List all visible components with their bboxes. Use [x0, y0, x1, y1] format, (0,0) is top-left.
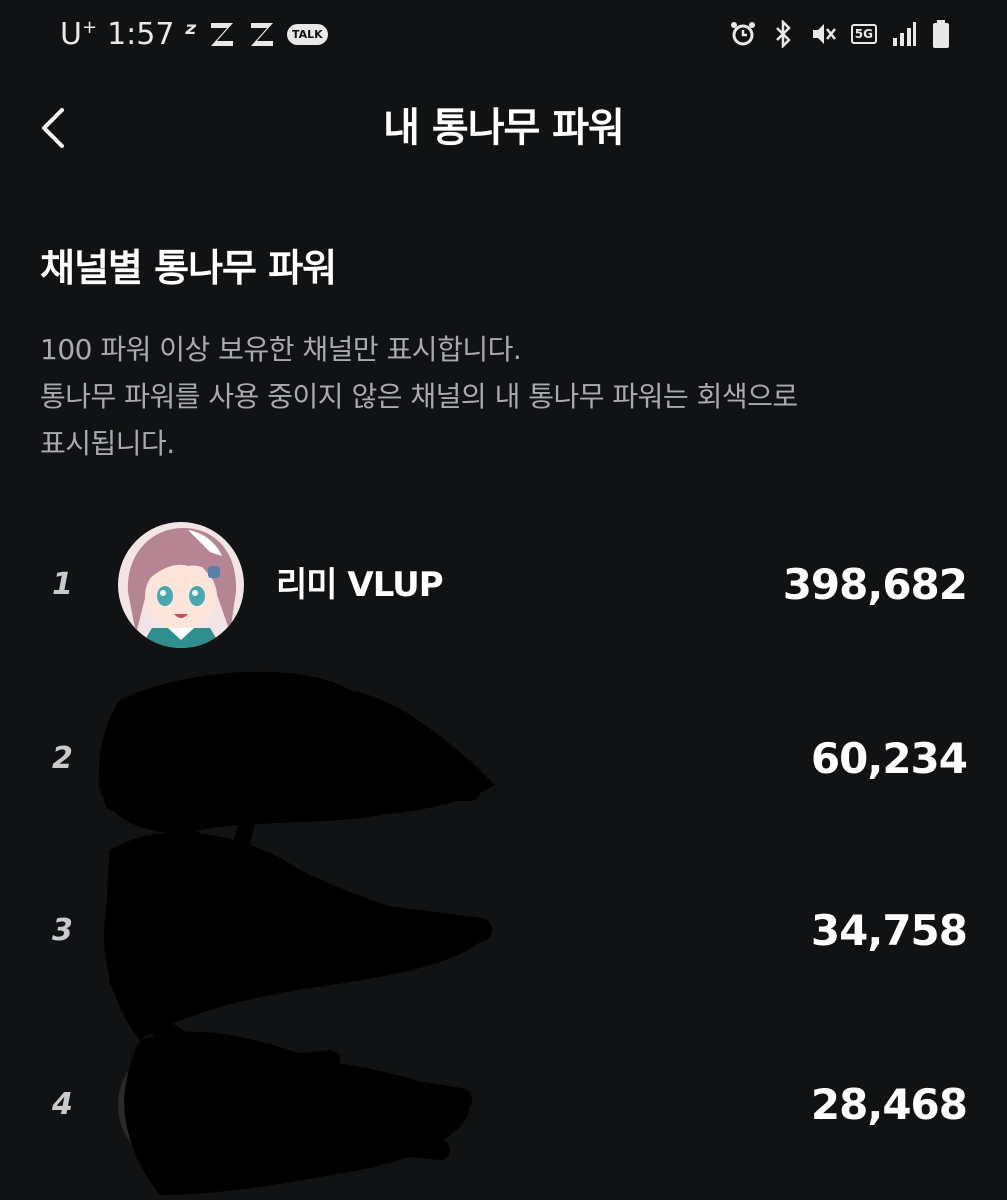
description-line: 100 파워 이상 보유한 채널만 표시합니다. [40, 333, 522, 366]
status-time: 1:57 [107, 16, 175, 52]
status-right: 5G [729, 14, 951, 54]
zzz-notification-icon: ᶻ [184, 16, 197, 52]
bluetooth-icon [775, 20, 791, 48]
list-item[interactable]: 1 리미 VLUP 398,682 [0, 500, 1007, 670]
avatar-image [118, 522, 244, 648]
kakaotalk-icon: TALK [286, 23, 328, 45]
description-line: 통나무 파워를 사용 중이지 않은 채널의 내 통나무 파워는 회색으로 [40, 380, 798, 413]
power-value: 28,468 [810, 1080, 968, 1129]
list-item[interactable]: 3 34,758 [0, 846, 1007, 1016]
status-bar: U+ 1:57 ᶻ TALK 5G [0, 0, 1007, 70]
avatar [118, 1042, 244, 1168]
signal-icon [893, 22, 916, 46]
power-value: 60,234 [810, 734, 968, 783]
avatar [118, 696, 244, 822]
z-notification-icon-2 [250, 23, 273, 46]
rank-number: 2 [52, 741, 73, 776]
power-value: 398,682 [782, 560, 968, 609]
alarm-icon [730, 22, 755, 46]
description-line: 표시됩니다. [40, 427, 175, 460]
section-description: 100 파워 이상 보유한 채널만 표시합니다. 통나무 파워를 사용 중이지 … [40, 326, 960, 467]
list-item[interactable]: 2 60,234 [0, 674, 1007, 844]
avatar [118, 522, 244, 648]
network-5g-icon: 5G [850, 24, 877, 44]
channel-name: 리미 VLUP [276, 565, 444, 605]
power-value: 34,758 [810, 906, 968, 955]
avatar [118, 868, 244, 994]
app-header: 내 통나무 파워 [0, 80, 1007, 176]
rank-number: 1 [52, 567, 73, 602]
carrier-label: U+ [60, 16, 98, 52]
rank-number: 3 [52, 913, 73, 948]
list-item[interactable]: 4 28,468 [0, 1020, 1007, 1190]
rank-number: 4 [52, 1087, 73, 1122]
page-title: 내 통나무 파워 [383, 105, 625, 151]
battery-icon [933, 20, 949, 48]
vibrate-mute-icon [812, 24, 836, 44]
section-title: 채널별 통나무 파워 [40, 246, 337, 290]
status-left: U+ 1:57 ᶻ TALK [60, 14, 328, 54]
z-notification-icon [210, 23, 233, 46]
